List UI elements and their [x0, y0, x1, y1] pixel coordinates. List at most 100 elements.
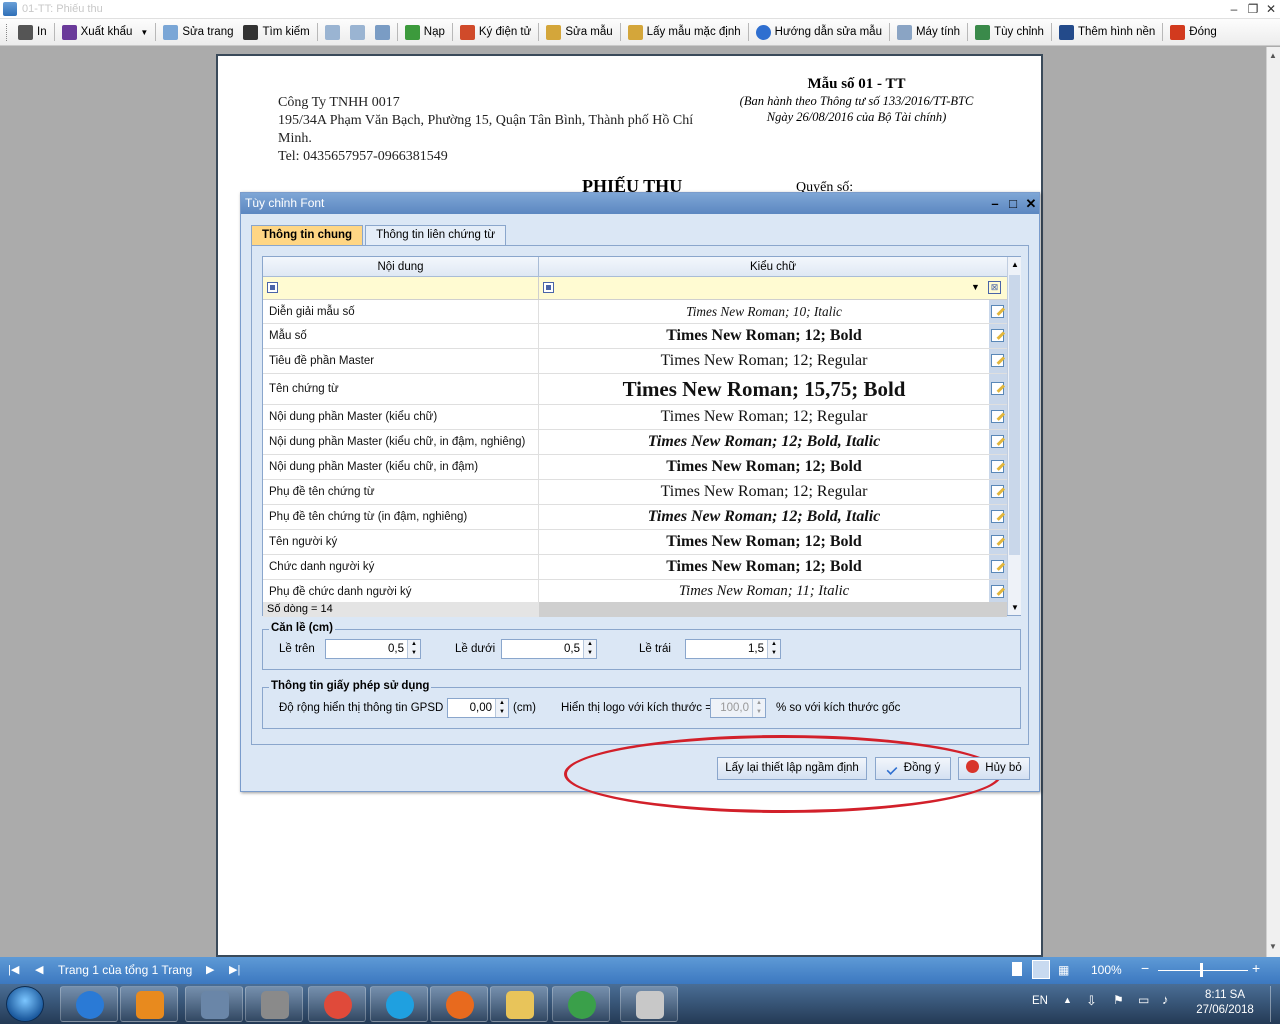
row-font-cell[interactable]: Times New Roman; 15,75; Bold	[539, 374, 989, 404]
scroll-down-icon[interactable]: ▼	[1269, 942, 1277, 951]
row-content-cell[interactable]: Nội dung phần Master (kiểu chữ, in đậm, …	[263, 430, 539, 454]
start-button[interactable]	[6, 986, 44, 1022]
grid-scroll-up-icon[interactable]: ▲	[1011, 260, 1019, 269]
grid-scrollbar[interactable]: ▲ ▼	[1007, 257, 1021, 615]
close-window-button[interactable]: ✕	[1263, 1, 1279, 17]
gpsd-width-input[interactable]: 0,00 ▲ ▼	[447, 698, 509, 718]
spinner-icon[interactable]: ▲ ▼	[583, 640, 596, 658]
table-row[interactable]: Tiêu đề phần Master Times New Roman; 12; …	[263, 349, 1007, 374]
cancel-button[interactable]: Hủy bỏ	[958, 757, 1030, 780]
spinner-icon[interactable]: ▲ ▼	[752, 699, 765, 717]
taskbar-active-app[interactable]	[620, 986, 678, 1022]
row-font-cell[interactable]: Times New Roman; 12; Regular	[539, 349, 989, 373]
zoom-slider-thumb[interactable]	[1200, 963, 1203, 977]
row-content-cell[interactable]: Tên người ký	[263, 530, 539, 554]
grid-scroll-down-icon[interactable]: ▼	[1011, 603, 1019, 612]
row-content-cell[interactable]: Phụ đề chức danh người ký	[263, 580, 539, 603]
taskbar-ie[interactable]	[60, 986, 118, 1022]
e-sign-button[interactable]: Ký điện tử	[455, 21, 536, 43]
row-content-cell[interactable]: Nội dung phần Master (kiểu chữ)	[263, 405, 539, 429]
zoom-slider[interactable]	[1158, 970, 1248, 971]
table-row[interactable]: Tên người ký Times New Roman; 12; Bold	[263, 530, 1007, 555]
dialog-minimize-button[interactable]: –	[987, 193, 1003, 214]
top-margin-input[interactable]: 0,5 ▲ ▼	[325, 639, 421, 659]
ok-button[interactable]: Đồng ý	[875, 757, 951, 780]
chevron-down-icon[interactable]: ▼	[140, 28, 148, 37]
row-font-cell[interactable]: Times New Roman; 12; Regular	[539, 405, 989, 429]
column-header-content[interactable]: Nội dung	[263, 257, 539, 277]
table-row[interactable]: Mẫu số Times New Roman; 12; Bold	[263, 324, 1007, 349]
tray-expand-icon[interactable]: ▲	[1063, 995, 1072, 1005]
table-row[interactable]: Chức danh người ký Times New Roman; 12; B…	[263, 555, 1007, 580]
filter-content-icon[interactable]	[267, 282, 278, 293]
row-content-cell[interactable]: Diễn giải mẫu số	[263, 300, 539, 323]
row-content-cell[interactable]: Nội dung phần Master (kiểu chữ, in đậm)	[263, 455, 539, 479]
search-button[interactable]: Tìm kiếm	[238, 21, 314, 43]
next-page-icon[interactable]: ▶	[206, 963, 214, 976]
tray-download-icon[interactable]: ⇩	[1086, 993, 1097, 1009]
table-row[interactable]: Phụ đề chức danh người ký Times New Roman…	[263, 580, 1007, 604]
reload-button[interactable]: Nạp	[400, 21, 450, 43]
taskbar-firefox[interactable]	[430, 986, 488, 1022]
dialog-maximize-button[interactable]: □	[1005, 193, 1021, 214]
edit-font-button[interactable]	[989, 555, 1007, 579]
help-button[interactable]: Hướng dẫn sửa mẫu	[751, 21, 887, 43]
default-template-button[interactable]: Lấy mẫu mặc định	[623, 21, 746, 43]
table-row[interactable]: Nội dung phần Master (kiểu chữ) Times New…	[263, 405, 1007, 430]
language-indicator[interactable]: EN	[1032, 995, 1048, 1007]
tray-network-icon[interactable]: ▭	[1138, 993, 1149, 1007]
table-row[interactable]: Tên chứng từ Times New Roman; 15,75; Bold	[263, 374, 1007, 405]
row-font-cell[interactable]: Times New Roman; 12; Bold, Italic	[539, 505, 989, 529]
two-page-view-icon[interactable]	[1032, 960, 1050, 979]
close-button[interactable]: Đóng	[1165, 21, 1222, 43]
edit-font-button[interactable]	[989, 530, 1007, 554]
clock[interactable]: 8:11 SA 27/06/2018	[1183, 988, 1267, 1018]
row-font-cell[interactable]: Times New Roman; 12; Bold	[539, 555, 989, 579]
tray-flag-icon[interactable]: ⚑	[1113, 993, 1124, 1007]
dialog-close-button[interactable]: ✕	[1023, 193, 1039, 214]
row-font-cell[interactable]: Times New Roman; 10; Italic	[539, 300, 989, 323]
edit-font-button[interactable]	[989, 580, 1007, 603]
table-row[interactable]: Phụ đề tên chứng từ Times New Roman; 12; …	[263, 480, 1007, 505]
logo-size-input[interactable]: 100,0 ▲ ▼	[710, 698, 766, 718]
edit-font-button[interactable]	[989, 300, 1007, 323]
row-font-cell[interactable]: Times New Roman; 12; Bold	[539, 324, 989, 348]
calculator-button[interactable]: Máy tính	[892, 21, 965, 43]
taskbar-app-1[interactable]	[185, 986, 243, 1022]
taskbar-skype[interactable]	[370, 986, 428, 1022]
row-font-cell[interactable]: Times New Roman; 12; Regular	[539, 480, 989, 504]
taskbar-explorer[interactable]	[490, 986, 548, 1022]
show-desktop-button[interactable]	[1270, 986, 1280, 1022]
row-content-cell[interactable]: Tên chứng từ	[263, 374, 539, 404]
row-font-cell[interactable]: Times New Roman; 11; Italic	[539, 580, 989, 603]
table-row[interactable]: Nội dung phần Master (kiểu chữ, in đậm, …	[263, 430, 1007, 455]
row-font-cell[interactable]: Times New Roman; 12; Bold	[539, 455, 989, 479]
scroll-up-icon[interactable]: ▲	[1269, 51, 1277, 60]
spinner-icon[interactable]: ▲ ▼	[407, 640, 420, 658]
prev-page-icon[interactable]: ◀	[35, 963, 43, 976]
table-row[interactable]: Diễn giải mẫu số Times New Roman; 10; Ita…	[263, 300, 1007, 324]
workspace-scrollbar[interactable]: ▲ ▼	[1266, 47, 1280, 957]
taskbar-app-2[interactable]	[245, 986, 303, 1022]
edit-font-button[interactable]	[989, 505, 1007, 529]
export-button[interactable]: Xuất khẩu ▼	[57, 21, 154, 43]
edit-font-button[interactable]	[989, 324, 1007, 348]
add-background-button[interactable]: Thêm hình nền	[1054, 21, 1160, 43]
row-content-cell[interactable]: Chức danh người ký	[263, 555, 539, 579]
taskbar-media[interactable]	[120, 986, 178, 1022]
print-button[interactable]: In	[13, 21, 52, 43]
row-content-cell[interactable]: Phụ đề tên chứng từ	[263, 480, 539, 504]
table-row[interactable]: Phụ đề tên chứng từ (in đậm, nghiêng) Tim…	[263, 505, 1007, 530]
table-row[interactable]: Nội dung phần Master (kiểu chữ, in đậm) T…	[263, 455, 1007, 480]
edit-font-button[interactable]	[989, 405, 1007, 429]
tray-volume-icon[interactable]: ♪	[1162, 992, 1169, 1007]
row-content-cell[interactable]: Tiêu đề phần Master	[263, 349, 539, 373]
grid-scroll-thumb[interactable]	[1009, 275, 1020, 555]
row-font-cell[interactable]: Times New Roman; 12; Bold	[539, 530, 989, 554]
minimize-button[interactable]: –	[1226, 1, 1242, 17]
restore-button[interactable]: ❐	[1245, 1, 1261, 17]
edit-font-button[interactable]	[989, 455, 1007, 479]
edit-font-button[interactable]	[989, 374, 1007, 404]
edit-template-button[interactable]: Sửa mẫu	[541, 21, 617, 43]
left-margin-input[interactable]: 1,5 ▲ ▼	[685, 639, 781, 659]
